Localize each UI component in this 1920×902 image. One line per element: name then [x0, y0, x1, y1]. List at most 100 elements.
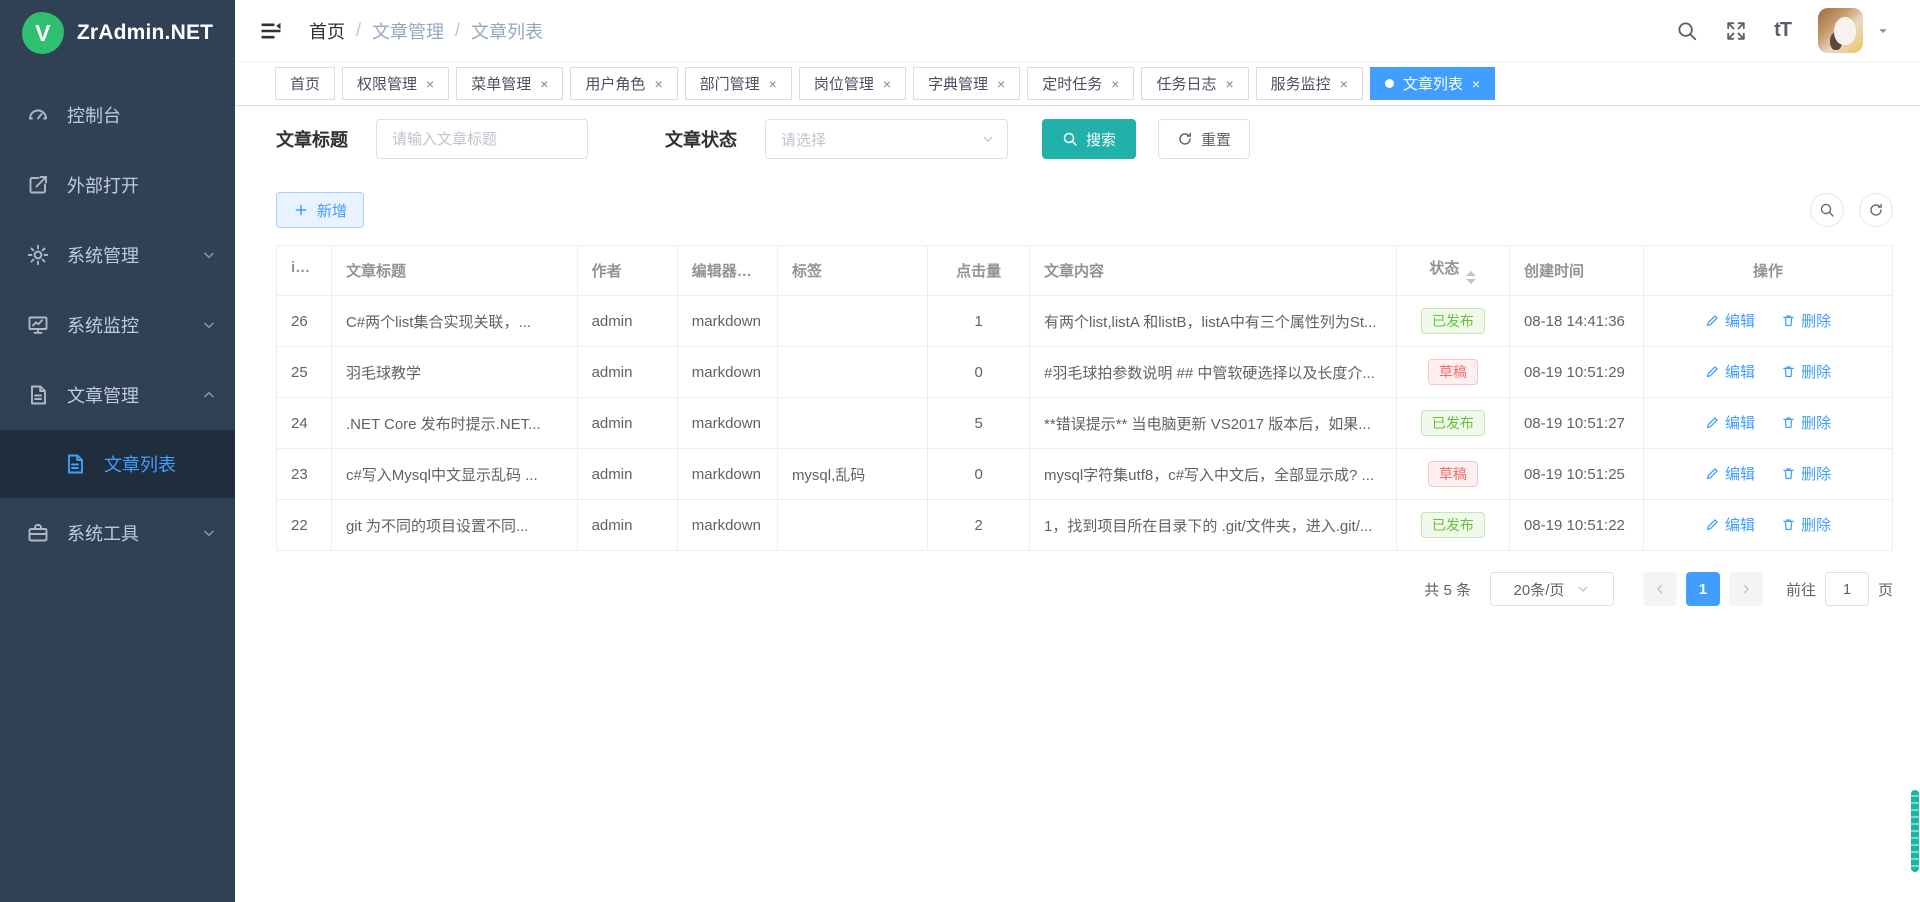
caret-down-icon[interactable]	[1876, 24, 1890, 38]
tab-department-management[interactable]: 部门管理 ×	[685, 67, 792, 100]
table-header-row: id 文章标题 作者 编辑器类型 标签 点击量 文章内容 状态 创建时间 操作	[277, 246, 1893, 296]
tab-dict-management[interactable]: 字典管理 ×	[913, 67, 1020, 100]
delete-button[interactable]: 删除	[1781, 310, 1831, 331]
close-icon[interactable]: ×	[1472, 77, 1480, 91]
chevron-down-icon	[201, 247, 217, 263]
close-icon[interactable]: ×	[1111, 77, 1119, 91]
table-row: 23 c#写入Mysql中文显示乱码 ... admin markdown my…	[277, 449, 1893, 500]
close-icon[interactable]: ×	[540, 77, 548, 91]
scrollbar-thumb[interactable]	[1911, 790, 1919, 872]
edit-button[interactable]: 编辑	[1705, 310, 1755, 331]
close-icon[interactable]: ×	[883, 77, 891, 91]
delete-button[interactable]: 删除	[1781, 361, 1831, 382]
pencil-icon	[1705, 364, 1720, 379]
article-table: id 文章标题 作者 编辑器类型 标签 点击量 文章内容 状态 创建时间 操作	[276, 245, 1893, 551]
font-size-icon[interactable]: tT	[1774, 19, 1791, 42]
column-header-author: 作者	[577, 246, 677, 296]
filter-form: 文章标题 文章状态 请选择 搜索 重置	[276, 119, 1893, 159]
pagination-total: 共 5 条	[1424, 579, 1471, 600]
sidebar-item-article-management[interactable]: 文章管理	[0, 360, 235, 430]
status-badge: 已发布	[1421, 308, 1485, 335]
delete-button[interactable]: 删除	[1781, 463, 1831, 484]
edit-button[interactable]: 编辑	[1705, 514, 1755, 535]
edit-button[interactable]: 编辑	[1705, 361, 1755, 382]
tab-scheduled-tasks[interactable]: 定时任务 ×	[1027, 67, 1134, 100]
tab-post-management[interactable]: 岗位管理 ×	[799, 67, 906, 100]
chevron-down-icon	[201, 317, 217, 333]
external-link-icon	[26, 173, 50, 197]
add-button[interactable]: 新增	[276, 192, 364, 228]
search-icon[interactable]	[1676, 20, 1698, 42]
sidebar-item-system-monitor[interactable]: 系统监控	[0, 290, 235, 360]
pencil-icon	[1705, 313, 1720, 328]
column-header-title: 文章标题	[331, 246, 577, 296]
sidebar-item-system-management[interactable]: 系统管理	[0, 220, 235, 290]
prev-page-button[interactable]	[1643, 572, 1677, 606]
trash-icon	[1781, 364, 1796, 379]
tab-user-role[interactable]: 用户角色 ×	[570, 67, 677, 100]
article-title-input[interactable]	[376, 119, 588, 159]
search-button[interactable]: 搜索	[1042, 119, 1136, 159]
edit-button[interactable]: 编辑	[1705, 463, 1755, 484]
column-header-status[interactable]: 状态	[1396, 246, 1509, 296]
table-row: 25 羽毛球教学 admin markdown 0 #羽毛球拍参数说明 ## 中…	[277, 347, 1893, 398]
reset-button[interactable]: 重置	[1158, 119, 1250, 159]
page-jumper: 前往 页	[1786, 572, 1893, 606]
chevron-down-icon	[981, 132, 995, 146]
close-icon[interactable]: ×	[997, 77, 1005, 91]
tab-task-log[interactable]: 任务日志 ×	[1141, 67, 1248, 100]
delete-button[interactable]: 删除	[1781, 412, 1831, 433]
sort-carets-icon[interactable]	[1466, 271, 1476, 284]
pencil-icon	[1705, 466, 1720, 481]
tab-service-monitor[interactable]: 服务监控 ×	[1256, 67, 1363, 100]
delete-button[interactable]: 删除	[1781, 514, 1831, 535]
logo-icon: V	[22, 12, 64, 54]
user-avatar[interactable]	[1818, 8, 1863, 53]
header-actions: tT	[1676, 8, 1890, 53]
next-page-button[interactable]	[1729, 572, 1763, 606]
show-search-button[interactable]	[1810, 193, 1844, 227]
sidebar-item-dashboard[interactable]: 控制台	[0, 80, 235, 150]
fullscreen-icon[interactable]	[1725, 20, 1747, 42]
breadcrumb-home[interactable]: 首页	[309, 18, 345, 44]
close-icon[interactable]: ×	[769, 77, 777, 91]
tab-home[interactable]: 首页	[275, 67, 335, 100]
edit-button[interactable]: 编辑	[1705, 412, 1755, 433]
dashboard-icon	[26, 103, 50, 127]
app-logo[interactable]: V ZrAdmin.NET	[0, 0, 235, 66]
breadcrumb-article-list: 文章列表	[471, 18, 543, 44]
close-icon[interactable]: ×	[654, 77, 662, 91]
toolbox-icon	[26, 521, 50, 545]
sidebar-item-external-open[interactable]: 外部打开	[0, 150, 235, 220]
breadcrumb-article-management: 文章管理	[372, 18, 444, 44]
tab-menu-management[interactable]: 菜单管理 ×	[456, 67, 563, 100]
close-icon[interactable]: ×	[426, 77, 434, 91]
status-badge: 已发布	[1421, 410, 1485, 437]
article-status-select[interactable]: 请选择	[765, 119, 1008, 159]
monitor-icon	[26, 313, 50, 337]
toolbar-right	[1810, 193, 1893, 227]
refresh-table-button[interactable]	[1859, 193, 1893, 227]
sidebar-menu: 控制台 外部打开 系统管理 系统监控	[0, 80, 235, 568]
plus-icon	[293, 202, 309, 218]
close-icon[interactable]: ×	[1225, 77, 1233, 91]
page-size-select[interactable]: 20条/页	[1490, 572, 1614, 606]
sidebar-item-article-list[interactable]: 文章列表	[0, 430, 235, 498]
jump-prefix: 前往	[1786, 579, 1816, 600]
column-header-id[interactable]: id	[277, 246, 332, 296]
hamburger-icon[interactable]	[259, 19, 283, 43]
sort-carets-icon[interactable]	[311, 270, 321, 283]
sidebar-item-system-tools[interactable]: 系统工具	[0, 498, 235, 568]
close-icon[interactable]: ×	[1340, 77, 1348, 91]
chevron-left-icon	[1653, 582, 1667, 596]
tab-article-list[interactable]: 文章列表 ×	[1370, 67, 1495, 100]
tab-permission-management[interactable]: 权限管理 ×	[342, 67, 449, 100]
page-jump-input[interactable]	[1825, 572, 1869, 606]
page-number-1[interactable]: 1	[1686, 572, 1720, 606]
jump-suffix: 页	[1878, 579, 1893, 600]
refresh-icon	[1177, 131, 1193, 147]
column-header-created: 创建时间	[1509, 246, 1643, 296]
table-row: 24 .NET Core 发布时提示.NET... admin markdown…	[277, 398, 1893, 449]
column-header-tags: 标签	[777, 246, 927, 296]
table-toolbar: 新增	[276, 192, 1893, 228]
